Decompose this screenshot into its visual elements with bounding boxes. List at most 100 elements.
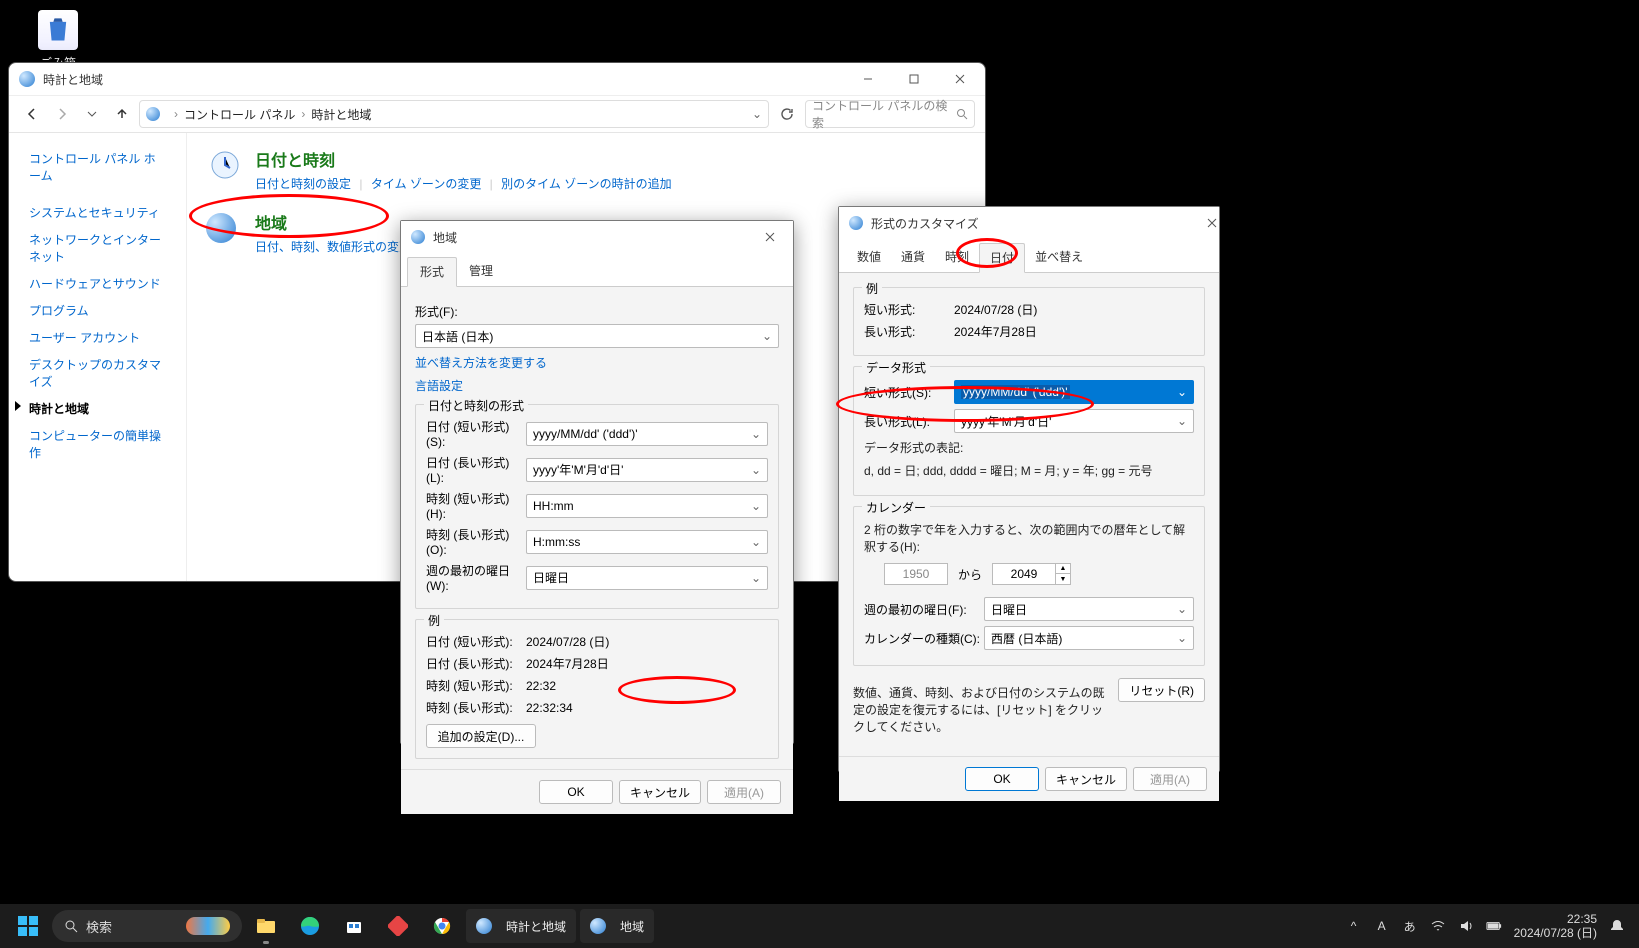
sidebar: コントロール パネル ホーム システムとセキュリティ ネットワークとインターネッ… [9, 133, 187, 581]
address-bar: › コントロール パネル › 時計と地域 ⌄ コントロール パネルの検索 [9, 95, 985, 133]
taskbar-clock[interactable]: 22:35 2024/07/28 (日) [1514, 912, 1597, 941]
search-highlight-icon [186, 917, 230, 935]
breadcrumb-sep: › [174, 107, 178, 121]
customize-format-dialog: 形式のカスタマイズ 数値 通貨 時刻 日付 並べ替え 例 短い形式:2024/0… [838, 206, 1220, 772]
taskbar: 検索 時計と地域 地域 ^ A あ 22:35 2024/07/28 (日) [0, 904, 1639, 948]
minimize-button[interactable] [845, 64, 891, 94]
search-placeholder: コントロール パネルの検索 [812, 97, 956, 131]
up-button[interactable] [109, 101, 135, 127]
sort-method-link[interactable]: 並べ替え方法を変更する [415, 354, 779, 371]
short-date-combo[interactable]: yyyy/MM/dd' ('ddd')'⌄ [526, 422, 768, 446]
tab-currency[interactable]: 通貨 [891, 243, 935, 272]
example-long: 2024年7月28日 [954, 323, 1194, 340]
recent-button[interactable] [79, 101, 105, 127]
volume-icon[interactable] [1458, 918, 1474, 934]
short-time-combo[interactable]: HH:mm⌄ [526, 494, 768, 518]
spin-up-icon[interactable]: ▲ [1056, 564, 1070, 574]
close-button[interactable] [749, 223, 791, 251]
back-button[interactable] [19, 101, 45, 127]
spin-down-icon[interactable]: ▼ [1056, 574, 1070, 584]
wifi-icon[interactable] [1430, 918, 1446, 934]
tab-sort[interactable]: 並べ替え [1025, 243, 1093, 272]
tray-chevron-icon[interactable]: ^ [1346, 918, 1362, 934]
sidebar-item-system[interactable]: システムとセキュリティ [19, 199, 176, 226]
tabs: 形式 管理 [401, 253, 793, 287]
link-datetime-settings[interactable]: 日付と時刻の設定 [255, 177, 351, 191]
forward-button[interactable] [49, 101, 75, 127]
long-format-combo[interactable]: yyyy'年'M'月'd'日'⌄ [954, 409, 1194, 433]
sidebar-item-ease[interactable]: コンピューターの簡単操作 [19, 422, 176, 466]
link-add-clock[interactable]: 別のタイム ゾーンの時計の追加 [501, 177, 672, 191]
tab-admin[interactable]: 管理 [457, 257, 505, 286]
taskbar-app-region[interactable]: 地域 [580, 909, 654, 943]
taskbar-app-clock-region[interactable]: 時計と地域 [466, 909, 576, 943]
taskbar-chrome[interactable] [422, 906, 462, 946]
search-input[interactable]: コントロール パネルの検索 [805, 100, 975, 128]
category-datetime-title[interactable]: 日付と時刻 [255, 147, 672, 171]
apply-button[interactable]: 適用(A) [707, 780, 781, 804]
search-icon [956, 108, 968, 120]
taskbar-app-red[interactable] [378, 906, 418, 946]
ok-button[interactable]: OK [965, 767, 1039, 791]
breadcrumb-current[interactable]: 時計と地域 [311, 106, 371, 123]
language-settings-link[interactable]: 言語設定 [415, 377, 779, 394]
notifications-icon[interactable] [1609, 918, 1625, 934]
long-date-combo[interactable]: yyyy'年'M'月'd'日'⌄ [526, 458, 768, 482]
example-long-date: 2024年7月28日 [526, 655, 768, 672]
system-tray: ^ A あ 22:35 2024/07/28 (日) [1346, 912, 1631, 941]
sidebar-item-hardware[interactable]: ハードウェアとサウンド [19, 270, 176, 297]
battery-icon[interactable] [1486, 918, 1502, 934]
ok-button[interactable]: OK [539, 780, 613, 804]
chevron-down-icon: ⌄ [762, 329, 772, 343]
category-region-title[interactable]: 地域 [255, 210, 411, 234]
taskbar-edge[interactable] [290, 906, 330, 946]
globe-icon [19, 71, 35, 87]
link-timezone-change[interactable]: タイム ゾーンの変更 [371, 177, 482, 191]
tabs: 数値 通貨 時刻 日付 並べ替え [839, 239, 1219, 273]
input-icon[interactable]: あ [1402, 918, 1418, 934]
year-spinner[interactable]: ▲▼ [1055, 563, 1071, 585]
chevron-down-icon[interactable]: ⌄ [752, 107, 762, 121]
tab-format[interactable]: 形式 [407, 257, 457, 287]
cancel-button[interactable]: キャンセル [1045, 767, 1127, 791]
sidebar-item-programs[interactable]: プログラム [19, 297, 176, 324]
taskbar-search[interactable]: 検索 [52, 910, 242, 942]
breadcrumb-root[interactable]: コントロール パネル [184, 106, 295, 123]
close-button[interactable] [937, 64, 983, 94]
breadcrumb[interactable]: › コントロール パネル › 時計と地域 ⌄ [139, 100, 769, 128]
long-time-label: 時刻 (長い形式)(O): [426, 526, 526, 557]
taskbar-explorer[interactable] [246, 906, 286, 946]
apply-button[interactable]: 適用(A) [1133, 767, 1207, 791]
first-day-combo[interactable]: 日曜日⌄ [526, 566, 768, 590]
chevron-down-icon: ⌄ [1177, 414, 1187, 428]
reset-button[interactable]: リセット(R) [1118, 678, 1205, 702]
sidebar-home[interactable]: コントロール パネル ホーム [19, 145, 176, 189]
sidebar-item-personalization[interactable]: デスクトップのカスタマイズ [19, 351, 176, 395]
ime-icon[interactable]: A [1374, 918, 1390, 934]
globe-icon [590, 918, 606, 934]
region-dialog: 地域 形式 管理 形式(F): 日本語 (日本)⌄ 並べ替え方法を変更する 言語… [400, 220, 794, 744]
cancel-button[interactable]: キャンセル [619, 780, 701, 804]
sidebar-item-accounts[interactable]: ユーザー アカウント [19, 324, 176, 351]
long-time-combo[interactable]: H:mm:ss⌄ [526, 530, 768, 554]
region-dialog-title: 地域 [433, 229, 457, 246]
chevron-down-icon: ⌄ [751, 463, 761, 477]
sidebar-item-network[interactable]: ネットワークとインターネット [19, 226, 176, 270]
calendar-type-combo[interactable]: 西暦 (日本語)⌄ [984, 626, 1194, 650]
refresh-button[interactable] [773, 100, 801, 128]
example-short-date: 2024/07/28 (日) [526, 633, 768, 650]
tab-number[interactable]: 数値 [847, 243, 891, 272]
year-to-input[interactable]: 2049 [992, 563, 1056, 585]
additional-settings-button[interactable]: 追加の設定(D)... [426, 724, 536, 748]
link-change-formats[interactable]: 日付、時刻、数値形式の変更 [255, 240, 411, 254]
taskbar-store[interactable] [334, 906, 374, 946]
tab-time[interactable]: 時刻 [935, 243, 979, 272]
first-day-combo[interactable]: 日曜日⌄ [984, 597, 1194, 621]
close-button[interactable] [1207, 218, 1217, 228]
maximize-button[interactable] [891, 64, 937, 94]
format-combo[interactable]: 日本語 (日本)⌄ [415, 324, 779, 348]
start-button[interactable] [8, 906, 48, 946]
sidebar-item-clock-region[interactable]: 時計と地域 [19, 395, 176, 422]
short-format-combo[interactable]: yyyy/MM/dd' ('ddd')'⌄ [954, 380, 1194, 404]
tab-date[interactable]: 日付 [979, 243, 1025, 273]
